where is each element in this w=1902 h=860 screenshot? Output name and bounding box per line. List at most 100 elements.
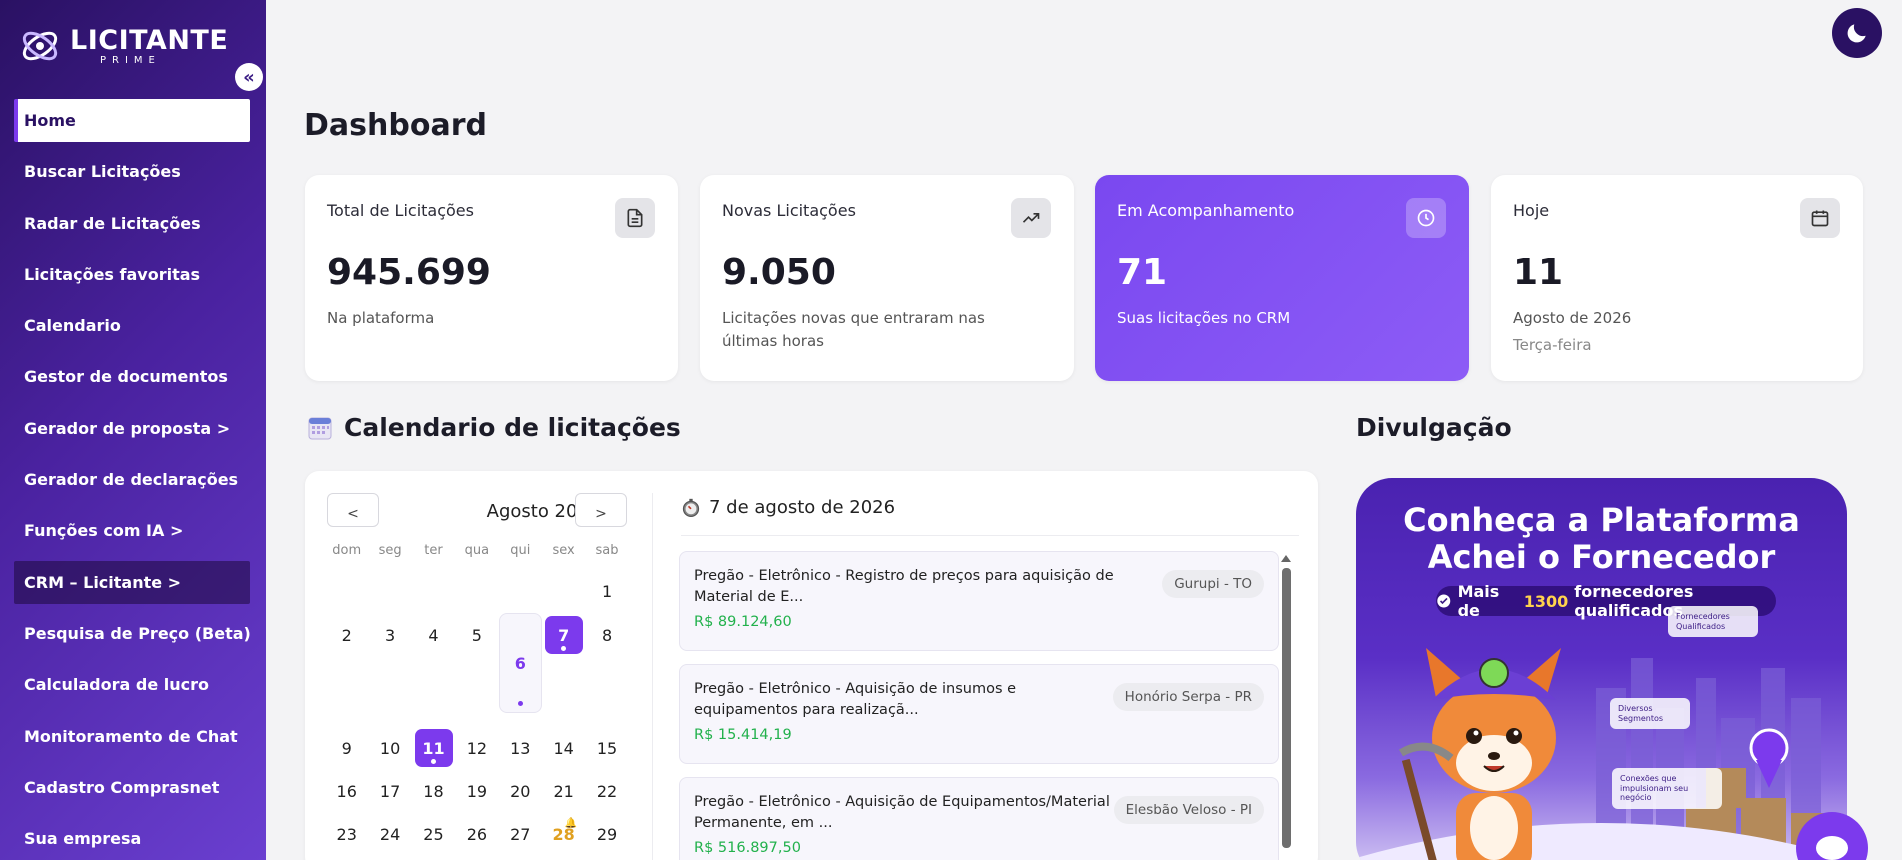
event-title: Pregão - Eletrônico - Aquisição de insum… — [694, 681, 1017, 719]
calendar-day-7[interactable]: 7 — [542, 613, 585, 656]
calendar-day-13[interactable]: 13 — [499, 726, 542, 769]
promo-sub-before: Mais de — [1457, 582, 1500, 620]
calendar-day-number: 29 — [596, 825, 618, 845]
brand-logo[interactable]: LICITANTE PRIME — [18, 24, 228, 68]
calendar-empty-cell — [499, 570, 542, 613]
calendar-day-14[interactable]: 14 — [542, 726, 585, 769]
calendar-day-28[interactable]: 28 🔔 — [542, 813, 585, 856]
sidebar-item-monitoramento-chat[interactable]: Monitoramento de Chat — [14, 715, 250, 758]
card-description: Agosto de 2026 — [1513, 309, 1632, 327]
stat-card-novas: Novas Licitações 9.050 Licitações novas … — [700, 175, 1074, 381]
calendar-panel: < Agosto 2026 > dom seg ter qua qui sex sab 12… — [305, 471, 1318, 860]
calendar-day-8[interactable]: 8 — [585, 613, 628, 656]
calendar-day-18[interactable]: 18 — [412, 770, 455, 813]
sidebar-item-radar[interactable]: Radar de Licitações — [14, 202, 250, 245]
calendar-day-10[interactable]: 10 — [368, 726, 411, 769]
calendar-empty-cell — [368, 570, 411, 613]
event-price: R$ 89.124,60 — [694, 614, 792, 631]
weekday-label: dom — [332, 543, 362, 558]
event-price: R$ 15.414,19 — [694, 727, 792, 744]
calendar-day-5[interactable]: 5 — [455, 613, 498, 656]
calendar-day-29[interactable]: 29 — [585, 813, 628, 856]
calendar-day-number: 27 — [510, 825, 531, 845]
sidebar-item-home[interactable]: Home — [14, 99, 250, 142]
event-dot-indicator — [517, 701, 523, 707]
calendar-next-button[interactable]: > — [575, 493, 627, 527]
sidebar-item-funcoes-ia[interactable]: Funções com IA > — [14, 509, 250, 552]
sidebar-item-sua-empresa[interactable]: Sua empresa — [14, 817, 250, 860]
sidebar-item-calculadora[interactable]: Calculadora de lucro — [14, 663, 250, 706]
event-title: Pregão - Eletrônico - Aquisição de Equip… — [694, 794, 1110, 832]
check-circle-icon — [1437, 594, 1451, 608]
promo-headline-line1: Conheça a Plataforma — [1403, 501, 1800, 539]
calendar-empty-cell — [412, 570, 455, 613]
sidebar-item-cadastro-comprasnet[interactable]: Cadastro Comprasnet — [14, 766, 250, 809]
calendar-day-15[interactable]: 15 — [585, 726, 628, 769]
theme-toggle-button[interactable] — [1832, 8, 1882, 58]
calendar-day-23[interactable]: 23 — [325, 813, 368, 856]
calendar-day-19[interactable]: 19 — [455, 770, 498, 813]
collapse-sidebar-button[interactable]: « — [235, 63, 263, 91]
calendar-day-22[interactable]: 22 — [585, 770, 628, 813]
event-list[interactable]: Pregão - Eletrônico - Registro de preços… — [679, 551, 1279, 860]
calendar-empty-cell — [325, 570, 368, 613]
stat-card-total: Total de Licitações 945.699 Na plataform… — [305, 175, 678, 381]
sidebar-item-gestor-documentos[interactable]: Gestor de documentos — [14, 355, 250, 398]
calendar-day-6[interactable]: 6 — [498, 613, 542, 714]
sidebar-item-crm[interactable]: CRM – Licitante > — [14, 560, 250, 604]
calendar-day-17[interactable]: 17 — [368, 770, 411, 813]
calendar-empty-cell — [412, 857, 455, 860]
calendar-day-4[interactable]: 4 — [412, 613, 455, 656]
calendar-day-9[interactable]: 9 — [325, 726, 368, 769]
selected-day-title: 7 de agosto de 2026 — [709, 497, 896, 518]
scroll-up-arrow-icon[interactable] — [1281, 555, 1291, 562]
event-list-scrollbar[interactable] — [1281, 555, 1291, 855]
badge-segmentos: Diversos Segmentos — [1610, 698, 1690, 730]
calendar-day-number: 8 — [601, 625, 613, 645]
calendar-prev-button[interactable]: < — [327, 493, 379, 527]
calendar-day-11[interactable]: 11 — [412, 726, 455, 769]
chat-widget-button[interactable] — [1796, 812, 1868, 860]
sidebar-item-calendario[interactable]: Calendario — [14, 304, 250, 347]
calendar-week-row: 9 10 11 12 13 14 15 — [325, 726, 629, 769]
promo-sub-highlight: 1300 — [1523, 591, 1569, 611]
calendar-day-3[interactable]: 3 — [368, 613, 411, 656]
calendar-day-number: 26 — [466, 825, 488, 845]
sidebar-item-favoritas[interactable]: Licitações favoritas — [14, 253, 250, 296]
calendar-day-24[interactable]: 24 — [368, 813, 411, 856]
document-icon — [615, 198, 655, 238]
clock-icon — [1406, 198, 1446, 238]
calendar-day-31[interactable]: 31 — [368, 857, 411, 860]
calendar-icon — [1800, 198, 1840, 238]
promo-banner[interactable]: Conheça a Plataforma Achei o Fornecedor … — [1356, 478, 1847, 860]
page-title: Dashboard — [304, 108, 487, 143]
calendar-day-30[interactable]: 30 — [325, 857, 368, 860]
sidebar-item-buscar-licitacoes[interactable]: Buscar Licitações — [14, 150, 250, 193]
calendar-day-26[interactable]: 26 — [455, 813, 498, 856]
event-item[interactable]: Pregão - Eletrônico - Aquisição de insum… — [679, 664, 1279, 764]
calendar-day-number: 2 — [341, 625, 352, 645]
calendar-day-16[interactable]: 16 — [325, 770, 368, 813]
weekday-label: qua — [464, 543, 490, 558]
scroll-thumb[interactable] — [1281, 568, 1291, 848]
promo-section-title: Divulgação — [1356, 413, 1512, 442]
calendar-day-number: 17 — [379, 781, 401, 801]
event-item[interactable]: Pregão - Eletrônico - Registro de preços… — [679, 551, 1279, 651]
calendar-weekdays: dom seg ter qua qui sex sab — [325, 543, 629, 558]
calendar-day-2[interactable]: 2 — [325, 613, 368, 656]
calendar-day-number: 5 — [471, 625, 482, 645]
sidebar-item-gerador-proposta[interactable]: Gerador de proposta > — [14, 407, 250, 450]
calendar-day-1[interactable]: 1 — [585, 570, 628, 613]
sidebar-item-pesquisa-preco[interactable]: Pesquisa de Preço (Beta) — [14, 612, 251, 655]
event-item[interactable]: Pregão - Eletrônico - Aquisição de Equip… — [679, 777, 1279, 860]
card-label: Novas Licitações — [722, 201, 856, 220]
calendar-day-12[interactable]: 12 — [455, 726, 498, 769]
calendar-day-number: 18 — [423, 781, 444, 801]
sidebar-item-gerador-declaracoes[interactable]: Gerador de declarações — [14, 458, 250, 501]
calendar-day-25[interactable]: 25 — [412, 813, 455, 856]
calendar-day-27[interactable]: 27 — [499, 813, 542, 856]
calendar-day-21[interactable]: 21 — [542, 770, 585, 813]
calendar-day-20[interactable]: 20 — [499, 770, 542, 813]
stopwatch-icon — [682, 498, 700, 517]
card-description: Licitações novas que entraram nas última… — [722, 309, 985, 350]
